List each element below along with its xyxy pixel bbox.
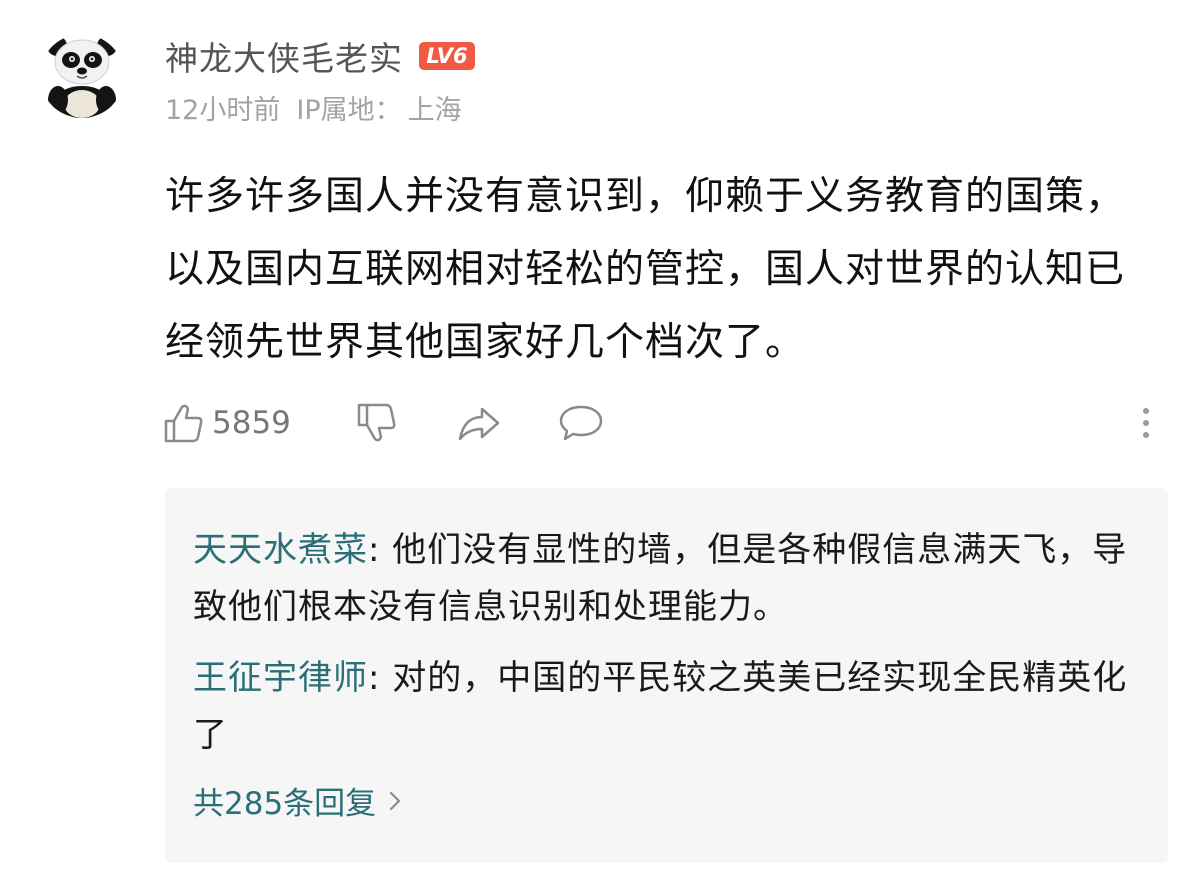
replies-panel: 天天水煮菜: 他们没有显性的墙，但是各种假信息满天飞，导致他们根本没有信息识别和… — [165, 488, 1168, 863]
reply-item[interactable]: 王征宇律师: 对的，中国的平民较之英美已经实现全民精英化了 — [193, 650, 1133, 764]
more-vertical-icon — [1143, 408, 1149, 438]
dislike-button[interactable] — [355, 398, 399, 448]
like-button[interactable]: 5859 — [162, 398, 291, 448]
more-options-button[interactable] — [1134, 398, 1158, 448]
comment-text: 许多许多国人并没有意识到，仰赖于义务教育的国策，以及国内互联网相对轻松的管控，国… — [165, 174, 1126, 365]
panda-avatar-icon — [40, 34, 124, 118]
thumbs-down-icon — [357, 403, 396, 442]
post-time: 12小时前 — [165, 95, 281, 126]
author-name[interactable]: 神龙大侠毛老实 — [165, 32, 403, 80]
avatar[interactable] — [40, 34, 124, 118]
view-all-replies-link[interactable]: 共285条回复 — [193, 778, 402, 823]
reply-item[interactable]: 天天水煮菜: 他们没有显性的墙，但是各种假信息满天飞，导致他们根本没有信息识别和… — [193, 522, 1133, 636]
reply-user[interactable]: 王征宇律师 — [193, 658, 368, 698]
reply-separator: : — [368, 530, 393, 570]
ip-label: IP属地： — [296, 95, 402, 126]
action-bar: 5859 — [162, 398, 1172, 448]
comment-button[interactable] — [558, 398, 604, 448]
level-badge: LV6 — [419, 42, 475, 70]
reply-separator: : — [368, 658, 393, 698]
thumbs-up-icon — [164, 404, 203, 443]
comment-bubble-icon — [559, 405, 603, 441]
ip-location: 上海 — [407, 95, 462, 126]
reply-user[interactable]: 天天水煮菜 — [193, 530, 368, 570]
comment-card: 神龙大侠毛老实 LV6 12小时前 IP属地： 上海 许多许多国人并没有意识到，… — [0, 0, 1200, 891]
chevron-right-icon — [390, 791, 401, 810]
share-arrow-icon — [458, 407, 500, 441]
author-row: 神龙大侠毛老实 LV6 — [165, 34, 475, 78]
total-replies-label: 共285条回复 — [193, 786, 377, 822]
like-count: 5859 — [212, 405, 291, 441]
post-meta: 12小时前 IP属地： 上海 — [165, 88, 462, 127]
share-button[interactable] — [456, 398, 502, 448]
